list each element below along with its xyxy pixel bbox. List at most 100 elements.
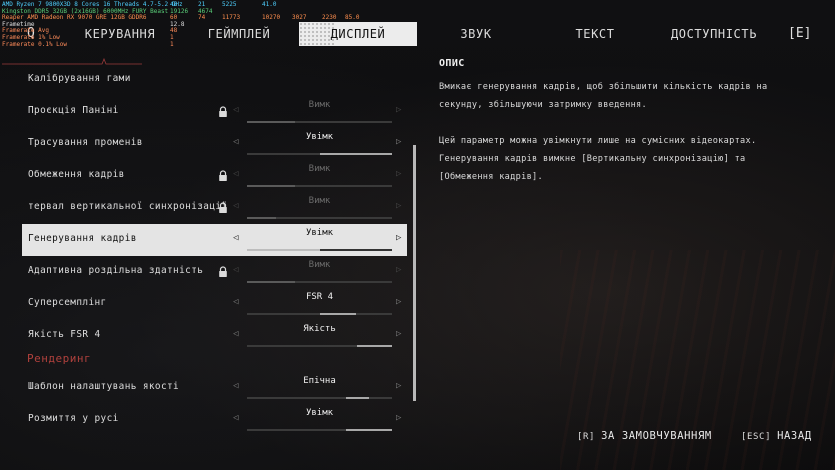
arrow-left-icon[interactable]: ◁ [233, 265, 238, 275]
section-heading-rendering: Рендеринг [27, 352, 92, 365]
setting-value: Епічна [303, 376, 336, 386]
setting-label: Шаблон налаштувань якості [28, 381, 180, 392]
setting-label: Якість FSR 4 [28, 329, 101, 340]
setting-value: Вимк [308, 260, 331, 270]
setting-value-track [247, 249, 392, 251]
setting-row[interactable]: Обмеження кадрів ◁ ▷ Вимк [22, 160, 407, 192]
setting-label: Суперсемплінг [28, 297, 107, 308]
setting-value-indicator [345, 429, 392, 431]
overlay-row-value: 41.0 [262, 1, 277, 8]
performance-overlay: AMD Ryzen 7 9800X3D 8 Cores 16 Threads 4… [0, 0, 370, 62]
setting-value: FSR 4 [305, 292, 334, 302]
overlay-row-value: 85.0 [345, 14, 360, 22]
setting-value-track [247, 281, 392, 283]
reset-key-hint: [R] [577, 432, 596, 442]
arrow-right-icon[interactable]: ▷ [396, 233, 401, 243]
overlay-row-value: 2230 [322, 14, 337, 22]
description-title: ОПИС [439, 58, 465, 69]
setting-row[interactable]: Генерування кадрів ◁ ▷ Увімк [22, 224, 407, 256]
lock-icon [219, 202, 227, 213]
setting-value-track [247, 429, 392, 431]
setting-row[interactable]: Калібрування гами [22, 64, 407, 96]
arrow-left-icon[interactable]: ◁ [233, 137, 238, 147]
setting-value-track [247, 121, 392, 123]
settings-list: Калібрування гами Проєкція Паніні ◁ ▷ Вимк Тр… [0, 66, 420, 470]
setting-value-track [247, 185, 392, 187]
setting-value-track [247, 217, 392, 219]
setting-value: Увімк [305, 132, 334, 142]
arrow-right-icon[interactable]: ▷ [396, 105, 401, 115]
overlay-row-value: 5225 [222, 1, 237, 8]
setting-value-indicator [247, 185, 295, 187]
setting-row[interactable]: Якість FSR 4 ◁ ▷ Якість [22, 320, 407, 352]
arrow-left-icon[interactable]: ◁ [233, 297, 238, 307]
overlay-row-value: 11773 [222, 14, 241, 22]
arrow-left-icon[interactable]: ◁ [233, 413, 238, 423]
settings-scrollbar[interactable] [413, 145, 416, 401]
arrow-left-icon[interactable]: ◁ [233, 233, 238, 243]
arrow-right-icon[interactable]: ▷ [396, 329, 401, 339]
tab-sound[interactable]: ЗВУК [417, 22, 535, 46]
reset-label: ЗА ЗАМОВЧУВАННЯМ [601, 430, 712, 442]
setting-row[interactable]: Адаптивна роздільна здатність ◁ ▷ Вимк [22, 256, 407, 288]
tab-accessibility[interactable]: ДОСТУПНІСТЬ [654, 22, 774, 46]
setting-label: Обмеження кадрів [28, 169, 125, 180]
reset-defaults-button[interactable]: [R] ЗА ЗАМОВЧУВАННЯМ [577, 430, 712, 442]
overlay-row-value: 74 [198, 14, 206, 22]
setting-value-track [247, 397, 392, 399]
arrow-left-icon[interactable]: ◁ [233, 105, 238, 115]
setting-value-indicator [357, 345, 392, 347]
tab-text[interactable]: ТЕКСТ [536, 22, 654, 46]
setting-label: Трасування променів [28, 137, 143, 148]
setting-value-indicator [319, 249, 392, 251]
setting-label: Калібрування гами [28, 73, 131, 84]
setting-value-indicator [247, 281, 295, 283]
setting-row[interactable]: тервал вертикальної синхронізації ◁ ▷ Вимк [22, 192, 407, 224]
setting-value: Вимк [308, 164, 331, 174]
arrow-right-icon[interactable]: ▷ [396, 381, 401, 391]
lock-icon [219, 106, 227, 117]
setting-label: Проєкція Паніні [28, 105, 119, 116]
overlay-row-value: 1 [170, 40, 174, 48]
setting-row[interactable]: Шаблон налаштувань якості ◁ ▷ Епічна [22, 372, 407, 404]
lock-icon [219, 170, 227, 181]
setting-row[interactable]: Суперсемплінг ◁ ▷ FSR 4 [22, 288, 407, 320]
overlay-row-label: Framerate 0.1% Low [2, 40, 68, 48]
setting-value: Якість [303, 324, 336, 334]
setting-row[interactable]: Розмиття у русі ◁ ▷ Увімк [22, 404, 407, 436]
setting-row[interactable]: Трасування променів ◁ ▷ Увімк [22, 128, 407, 160]
arrow-left-icon[interactable]: ◁ [233, 169, 238, 179]
setting-value-indicator [247, 121, 295, 123]
setting-value: Вимк [308, 100, 331, 110]
overlay-row-value: 3027 [292, 14, 307, 22]
back-button[interactable]: [ESC] НАЗАД [741, 430, 812, 442]
description-panel: ОПИС Вмикає генерування кадрів, щоб збіл… [439, 58, 779, 186]
setting-value-indicator [345, 397, 369, 399]
arrow-left-icon[interactable]: ◁ [233, 201, 238, 211]
arrow-right-icon[interactable]: ▷ [396, 169, 401, 179]
setting-value: Увімк [305, 228, 334, 238]
lock-icon [219, 266, 227, 277]
arrow-left-icon[interactable]: ◁ [233, 329, 238, 339]
setting-label: тервал вертикальної синхронізації [28, 201, 228, 212]
setting-value-indicator [319, 153, 392, 155]
setting-value-track [247, 345, 392, 347]
arrow-right-icon[interactable]: ▷ [396, 265, 401, 275]
arrow-right-icon[interactable]: ▷ [396, 137, 401, 147]
setting-value: Вимк [308, 196, 331, 206]
setting-value-track [247, 313, 392, 315]
description-text-1: Вмикає генерування кадрів, щоб збільшити… [439, 82, 768, 110]
arrow-right-icon[interactable]: ▷ [396, 201, 401, 211]
setting-value-indicator [247, 217, 276, 219]
back-key-hint: [ESC] [741, 432, 772, 442]
arrow-right-icon[interactable]: ▷ [396, 413, 401, 423]
arrow-left-icon[interactable]: ◁ [233, 381, 238, 391]
setting-value: Увімк [305, 408, 334, 418]
setting-label: Адаптивна роздільна здатність [28, 265, 204, 276]
overlay-row-value: 10270 [262, 14, 281, 22]
description-text-3: Генерування кадрів вимкне [Вертикальну с… [439, 154, 746, 182]
back-label: НАЗАД [777, 430, 812, 442]
setting-row[interactable]: Проєкція Паніні ◁ ▷ Вимк [22, 96, 407, 128]
arrow-right-icon[interactable]: ▷ [396, 297, 401, 307]
setting-label: Генерування кадрів [28, 233, 137, 244]
